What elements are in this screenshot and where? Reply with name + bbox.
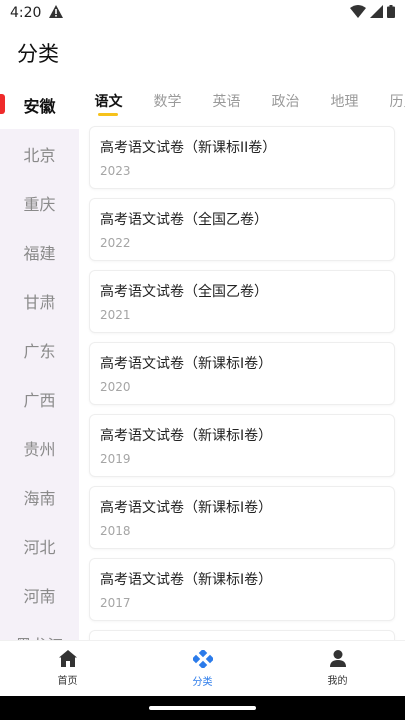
sidebar-item-6[interactable]: 广西 [0,374,79,423]
sidebar-item-10[interactable]: 河南 [0,570,79,619]
profile-icon [329,650,346,670]
paper-year: 2023 [100,164,131,178]
sidebar-item-label: 安徽 [23,96,56,116]
sidebar-item-9[interactable]: 河北 [0,521,79,570]
paper-title: 高考语文试卷（全国乙卷） [100,284,268,300]
nav-home[interactable]: 首页 [0,641,135,696]
tab-1[interactable]: 数学 [138,80,197,124]
subject-tabs: 语文数学英语政治地理历史 [79,80,405,124]
paper-title: 高考语文试卷（新课标I卷） [100,428,273,444]
province-sidebar: 安徽北京重庆福建甘肃广东广西贵州海南河北河南黑龙江 [0,80,79,640]
sidebar-item-label: 重庆 [23,194,56,214]
paper-year: 2017 [100,596,131,610]
page-title: 分类 [17,42,59,66]
home-gesture-handle[interactable] [149,706,256,710]
paper-card[interactable]: 高考语文试卷（全国乙卷） 2021 [89,270,395,333]
tab-0[interactable]: 语文 [79,80,138,124]
paper-title: 高考语文试卷（新课标I卷） [100,356,273,372]
paper-card[interactable]: 高考语文试卷（全国乙卷） 2022 [89,198,395,261]
paper-title: 高考语文试卷（全国乙卷） [100,212,268,228]
sidebar-item-2[interactable]: 重庆 [0,178,79,227]
sidebar-item-label: 海南 [23,488,56,508]
status-time: 4:20 [10,5,42,21]
tab-5[interactable]: 历史 [374,80,405,124]
wifi-icon [350,4,366,22]
paper-card[interactable]: 高考语文试卷（新课标I卷） 2020 [89,342,395,405]
battery-icon [387,4,395,22]
tab-2[interactable]: 英语 [197,80,256,124]
nav-category-label: 分类 [192,676,213,688]
nav-profile-label: 我的 [327,676,348,687]
sidebar-item-5[interactable]: 广东 [0,325,79,374]
sidebar-item-0[interactable]: 安徽 [0,80,79,129]
system-navigation-bar [0,696,405,720]
paper-year: 2018 [100,524,131,538]
sidebar-item-label: 广西 [23,390,56,410]
sidebar-item-label: 北京 [23,145,56,165]
sidebar-item-label: 甘肃 [23,292,56,312]
paper-card[interactable]: 高考语文试卷（新课标I卷） 2017 [89,558,395,621]
category-icon [191,648,214,671]
sidebar-item-4[interactable]: 甘肃 [0,276,79,325]
paper-card[interactable]: 高考语文试卷（新课标I卷） 2019 [89,414,395,477]
bottom-nav: 首页 分类 我的 [0,640,405,696]
sidebar-item-3[interactable]: 福建 [0,227,79,276]
paper-card[interactable]: 高考语文试卷（新课标I卷） 2018 [89,486,395,549]
paper-year: 2022 [100,236,131,250]
sidebar-item-1[interactable]: 北京 [0,129,79,178]
paper-card[interactable] [89,630,395,640]
paper-year: 2019 [100,452,131,466]
paper-list: 高考语文试卷（新课标II卷） 2023 高考语文试卷（全国乙卷） 2022 高考语文试卷… [79,124,405,640]
paper-year: 2020 [100,380,131,394]
sidebar-item-8[interactable]: 海南 [0,472,79,521]
signal-icon [370,4,383,22]
nav-profile[interactable]: 我的 [270,641,405,696]
sidebar-item-label: 黑龙江 [15,632,63,641]
paper-card[interactable]: 高考语文试卷（新课标II卷） 2023 [89,126,395,189]
tab-4[interactable]: 地理 [315,80,374,124]
status-bar: 4:20 [0,0,405,26]
sidebar-item-label: 河北 [23,537,56,557]
sidebar-item-11[interactable]: 黑龙江 [0,619,79,641]
sidebar-item-label: 广东 [23,341,56,361]
paper-title: 高考语文试卷（新课标II卷） [100,140,277,156]
paper-year: 2021 [100,308,131,322]
sidebar-item-label: 河南 [23,586,56,606]
nav-home-label: 首页 [57,676,78,687]
home-icon [58,650,77,670]
sidebar-item-label: 福建 [23,243,56,263]
tab-3[interactable]: 政治 [256,80,315,124]
paper-title: 高考语文试卷（新课标I卷） [100,500,273,516]
warning-icon [49,4,64,22]
sidebar-item-label: 贵州 [23,439,56,459]
sidebar-item-7[interactable]: 贵州 [0,423,79,472]
nav-category[interactable]: 分类 [135,641,270,696]
paper-title: 高考语文试卷（新课标I卷） [100,572,273,588]
